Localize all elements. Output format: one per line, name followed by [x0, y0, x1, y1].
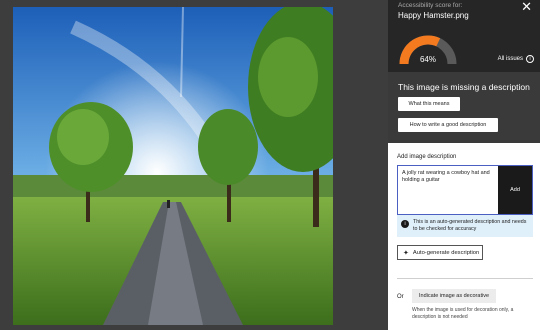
auto-generate-label: Auto-generate description	[412, 249, 480, 256]
auto-generate-button[interactable]: ✦ Auto-generate description	[397, 245, 483, 260]
info-circle-icon: i	[526, 55, 534, 63]
accessibility-panel: Accessibility score for: Happy Hamster.p…	[388, 0, 540, 330]
file-name: Happy Hamster.png	[398, 11, 469, 20]
info-icon: i	[401, 220, 409, 228]
issue-title: This image is missing a description	[398, 82, 530, 92]
how-to-write-button[interactable]: How to write a good description	[398, 118, 498, 132]
decorative-note: When the image is used for decoration on…	[412, 307, 514, 320]
description-input[interactable]: A jolly rat wearing a cowboy hat and hol…	[398, 166, 498, 214]
notice-text: This is an auto-generated description an…	[413, 219, 527, 233]
all-issues-link[interactable]: All issues i	[498, 55, 534, 63]
score-label: Accessibility score for:	[398, 2, 463, 9]
mark-decorative-button[interactable]: Indicate image as decorative	[412, 289, 496, 303]
park-photo	[13, 7, 333, 325]
score-section: Accessibility score for: Happy Hamster.p…	[388, 0, 540, 143]
sparkle-icon: ✦	[403, 249, 409, 257]
divider	[397, 278, 533, 279]
or-label: Or	[397, 294, 404, 300]
image-preview-area	[0, 0, 380, 330]
add-button[interactable]: Add	[498, 166, 532, 214]
all-issues-label: All issues	[497, 56, 523, 62]
description-section: Add image description A jolly rat wearin…	[388, 143, 540, 330]
score-value: 64%	[419, 55, 436, 64]
close-icon[interactable]: ✕	[521, 0, 532, 13]
what-this-means-button[interactable]: What this means	[398, 97, 460, 111]
description-input-group: A jolly rat wearing a cowboy hat and hol…	[397, 165, 533, 215]
section-label: Add image description	[397, 154, 457, 160]
auto-generated-notice: i This is an auto-generated description …	[397, 215, 533, 237]
